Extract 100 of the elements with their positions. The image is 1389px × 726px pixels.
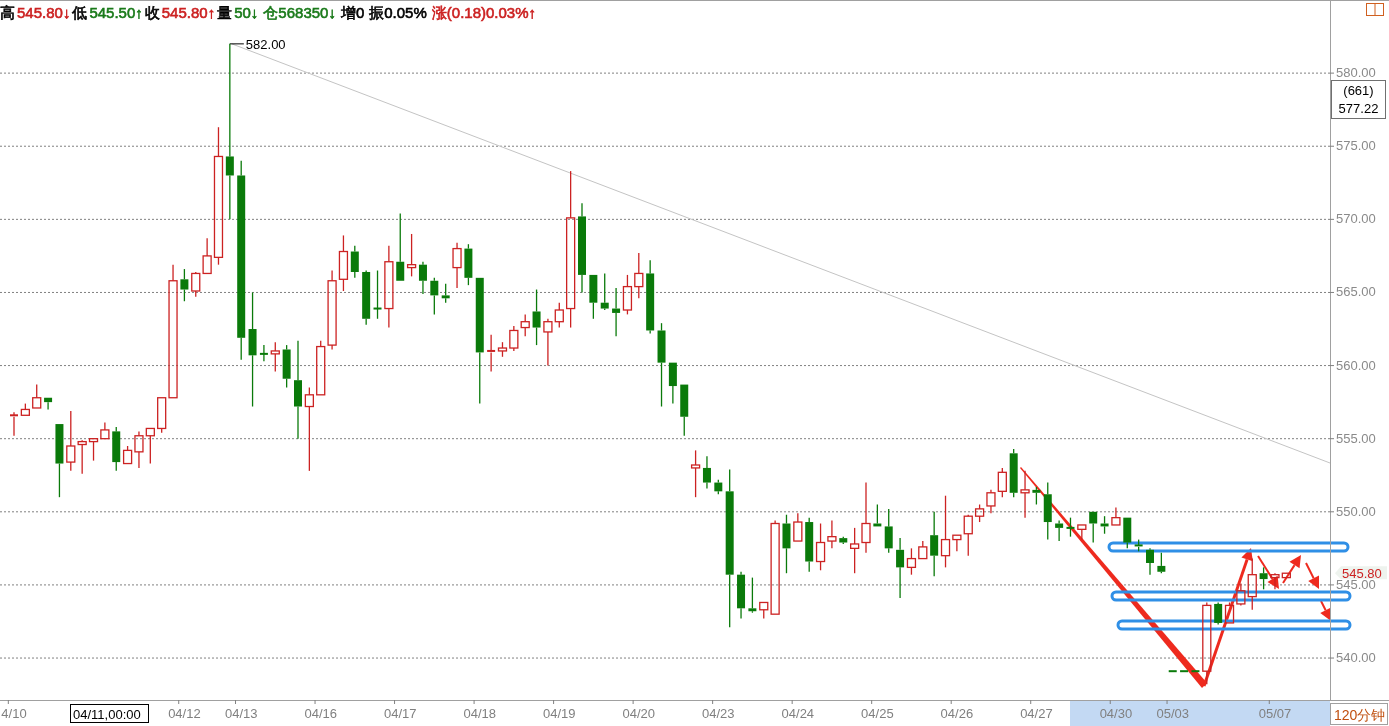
- quote-field: 545.80↓: [17, 4, 71, 22]
- candlestick: [737, 571, 746, 620]
- axis-label: 04/16: [304, 706, 337, 721]
- axis-label: 04/17: [383, 706, 417, 721]
- quote-field: 50↓: [234, 4, 259, 22]
- candlestick: [362, 269, 371, 326]
- cursor-readout: (661) 577.22: [1331, 80, 1386, 119]
- candlestick: [782, 514, 791, 574]
- candlestick: [10, 411, 18, 437]
- candlestick: [1134, 538, 1143, 552]
- candlestick: [282, 344, 291, 389]
- price-tag: 545.80: [1335, 565, 1387, 581]
- candlestick: [1100, 515, 1109, 535]
- arrow: [1320, 600, 1331, 621]
- candlestick: [873, 503, 882, 527]
- axis-label: 550.00: [1336, 503, 1376, 519]
- axis-label: 04/13: [224, 706, 258, 721]
- quote-field: 增0: [340, 4, 365, 22]
- axis-label: 04/12: [168, 706, 201, 721]
- candlestick: [20, 402, 30, 416]
- leader-line: [229, 43, 245, 45]
- candlestick: [270, 341, 280, 373]
- candlestick: [589, 274, 598, 320]
- candlestick: [680, 384, 689, 437]
- candlestick: [430, 277, 439, 316]
- candlestick: [1055, 519, 1064, 542]
- candlestick: [418, 261, 427, 295]
- candlestick: [622, 274, 633, 316]
- candlestick: [452, 242, 462, 289]
- candlestick: [1146, 547, 1154, 576]
- candlestick: [464, 243, 473, 286]
- panel-icon[interactable]: [1366, 3, 1384, 16]
- axis-label: 05/03: [1156, 706, 1189, 721]
- candlestick: [1009, 448, 1018, 498]
- axis-label: 04/26: [940, 706, 974, 721]
- quote-field: 545.80↑: [161, 4, 216, 22]
- axis-label: 04/24: [781, 706, 815, 721]
- candlestick: [884, 508, 893, 554]
- candlestick: [1089, 511, 1098, 544]
- axis-label: 560.00: [1336, 357, 1376, 373]
- axis-label: 04/20: [622, 706, 656, 721]
- candlestick: [986, 489, 996, 514]
- candlestick: [690, 449, 701, 498]
- axis-label: 04/25: [861, 706, 894, 721]
- candlestick: [600, 272, 609, 311]
- candlestick: [259, 344, 268, 362]
- axis-label: 04/19: [543, 706, 576, 721]
- axis-label: 575.00: [1336, 138, 1376, 154]
- quote-field: 仓568350↓: [263, 4, 336, 22]
- candlestick: [612, 287, 621, 337]
- candlestick: [1123, 517, 1132, 549]
- peak-price-label: 582.00: [245, 36, 286, 52]
- arrow: [1282, 555, 1301, 584]
- cursor-time-label: 04/11,00:00: [70, 704, 149, 723]
- candlestick: [191, 271, 201, 298]
- candlestick: [1066, 517, 1075, 538]
- candlestick: [1157, 552, 1166, 574]
- candlestick: [1077, 524, 1087, 541]
- axis-label: 565.00: [1336, 284, 1376, 300]
- candlestick: [180, 268, 189, 302]
- candlestick: [668, 362, 677, 405]
- axis-label: 05/07: [1258, 706, 1292, 721]
- candlestick: [748, 576, 757, 614]
- candlestick: [930, 511, 939, 577]
- axis-label: 04/27: [1020, 706, 1053, 721]
- axis-label: 04/30: [1099, 706, 1133, 721]
- axis-label: 580.00: [1336, 65, 1376, 81]
- candlestick: [839, 536, 848, 545]
- candlestick: [32, 383, 42, 409]
- candlestick: [1111, 506, 1121, 526]
- candlestick: [1032, 486, 1041, 506]
- quote-field: 量: [217, 4, 233, 22]
- candlestick: [532, 288, 541, 346]
- quote-field: 收: [144, 4, 160, 22]
- quote-field: 高: [0, 4, 15, 22]
- candlestick: [714, 479, 723, 495]
- quote-field: 545.50↑: [89, 4, 143, 22]
- candlestick: [1259, 566, 1268, 590]
- arrow: [1305, 562, 1319, 589]
- quote-field: 涨(0.18)0.03%↑: [431, 4, 537, 22]
- quote-field: 低: [72, 4, 88, 22]
- axis-label: 4/10: [1, 706, 27, 721]
- candlestick: [145, 427, 155, 465]
- candlestick: [441, 283, 450, 304]
- candlestick: [100, 421, 110, 440]
- axis-label: 540.00: [1336, 650, 1376, 666]
- candlestick: [634, 252, 644, 299]
- period-label[interactable]: 120分钟: [1330, 703, 1388, 725]
- candlestick: [1043, 481, 1052, 541]
- candlestick: [1020, 470, 1030, 519]
- candlestick: [702, 455, 711, 490]
- candlestick: [520, 313, 530, 337]
- axis-label: 570.00: [1336, 211, 1376, 227]
- candlestick: [373, 269, 382, 320]
- candlestick: [793, 512, 803, 542]
- axis-label: 04/18: [463, 706, 497, 721]
- quote-field: 振0.05%: [369, 4, 427, 22]
- axis-label: 04/23: [702, 706, 735, 721]
- candlestick: [44, 397, 53, 411]
- axis-label: 555.00: [1336, 430, 1376, 446]
